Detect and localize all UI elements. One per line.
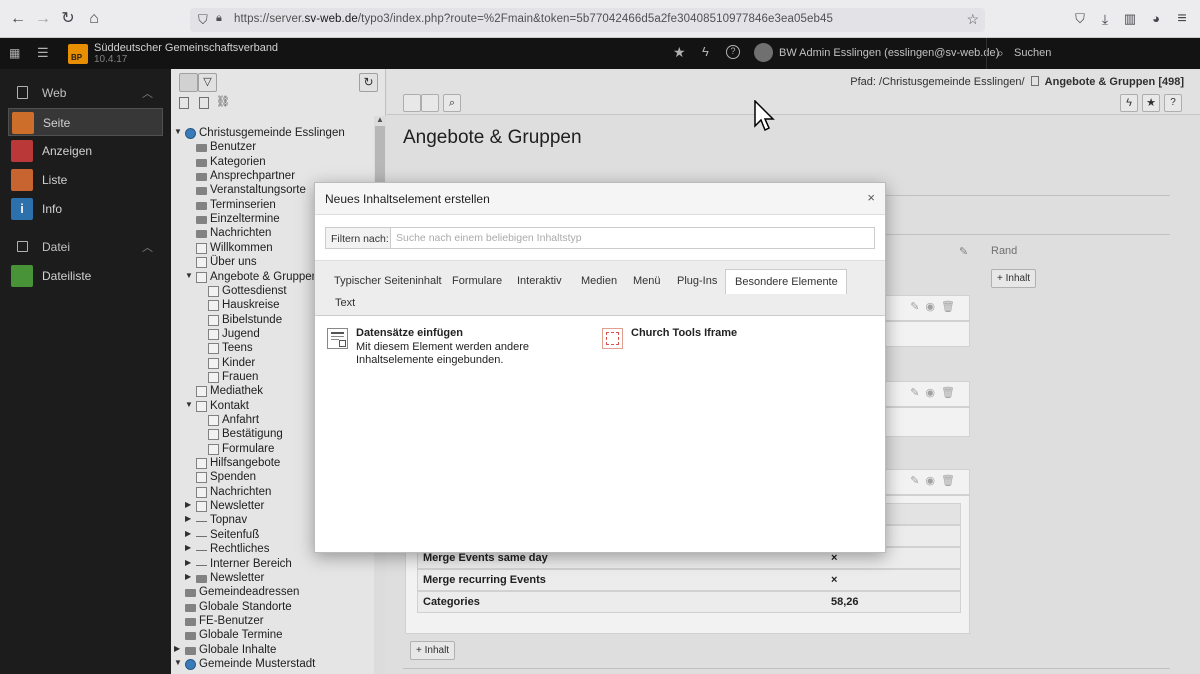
tab-formulare[interactable]: Formulare [443, 269, 510, 293]
tab-text[interactable]: Text [326, 291, 363, 315]
element-title[interactable]: Church Tools Iframe [631, 327, 737, 339]
filter-row: Filtern nach: [325, 227, 875, 249]
tab-interaktiv[interactable]: Interaktiv [508, 269, 570, 293]
element-insert-records[interactable]: Datensätze einfügen Mit diesem Element w… [356, 327, 596, 367]
filter-input[interactable] [390, 227, 875, 249]
tab-medien[interactable]: Medien [572, 269, 625, 293]
tab-plugins[interactable]: Plug-Ins [668, 269, 725, 293]
modal-header: Neues Inhaltselement erstellen × [315, 183, 885, 215]
new-content-modal: Neues Inhaltselement erstellen × Filtern… [314, 182, 886, 553]
modal-tabs: Typischer Seiteninhalt Formulare Interak… [315, 260, 885, 316]
tab-besondere-elemente[interactable]: Besondere Elemente [725, 269, 847, 294]
iframe-plugin-icon[interactable] [602, 328, 623, 349]
tab-typischer-seiteninhalt[interactable]: Typischer Seiteninhalt [325, 269, 450, 293]
tab-menu[interactable]: Menü [624, 269, 669, 293]
insert-records-icon[interactable] [327, 328, 348, 349]
element-description: Mit diesem Element werden andere Inhalts… [356, 341, 530, 366]
close-icon[interactable]: × [867, 190, 875, 205]
mouse-cursor-icon [754, 100, 775, 132]
element-title[interactable]: Datensätze einfügen [356, 327, 596, 339]
filter-label: Filtern nach: [325, 227, 391, 249]
modal-title: Neues Inhaltselement erstellen [325, 192, 490, 206]
element-church-tools-iframe[interactable]: Church Tools Iframe [631, 327, 737, 339]
